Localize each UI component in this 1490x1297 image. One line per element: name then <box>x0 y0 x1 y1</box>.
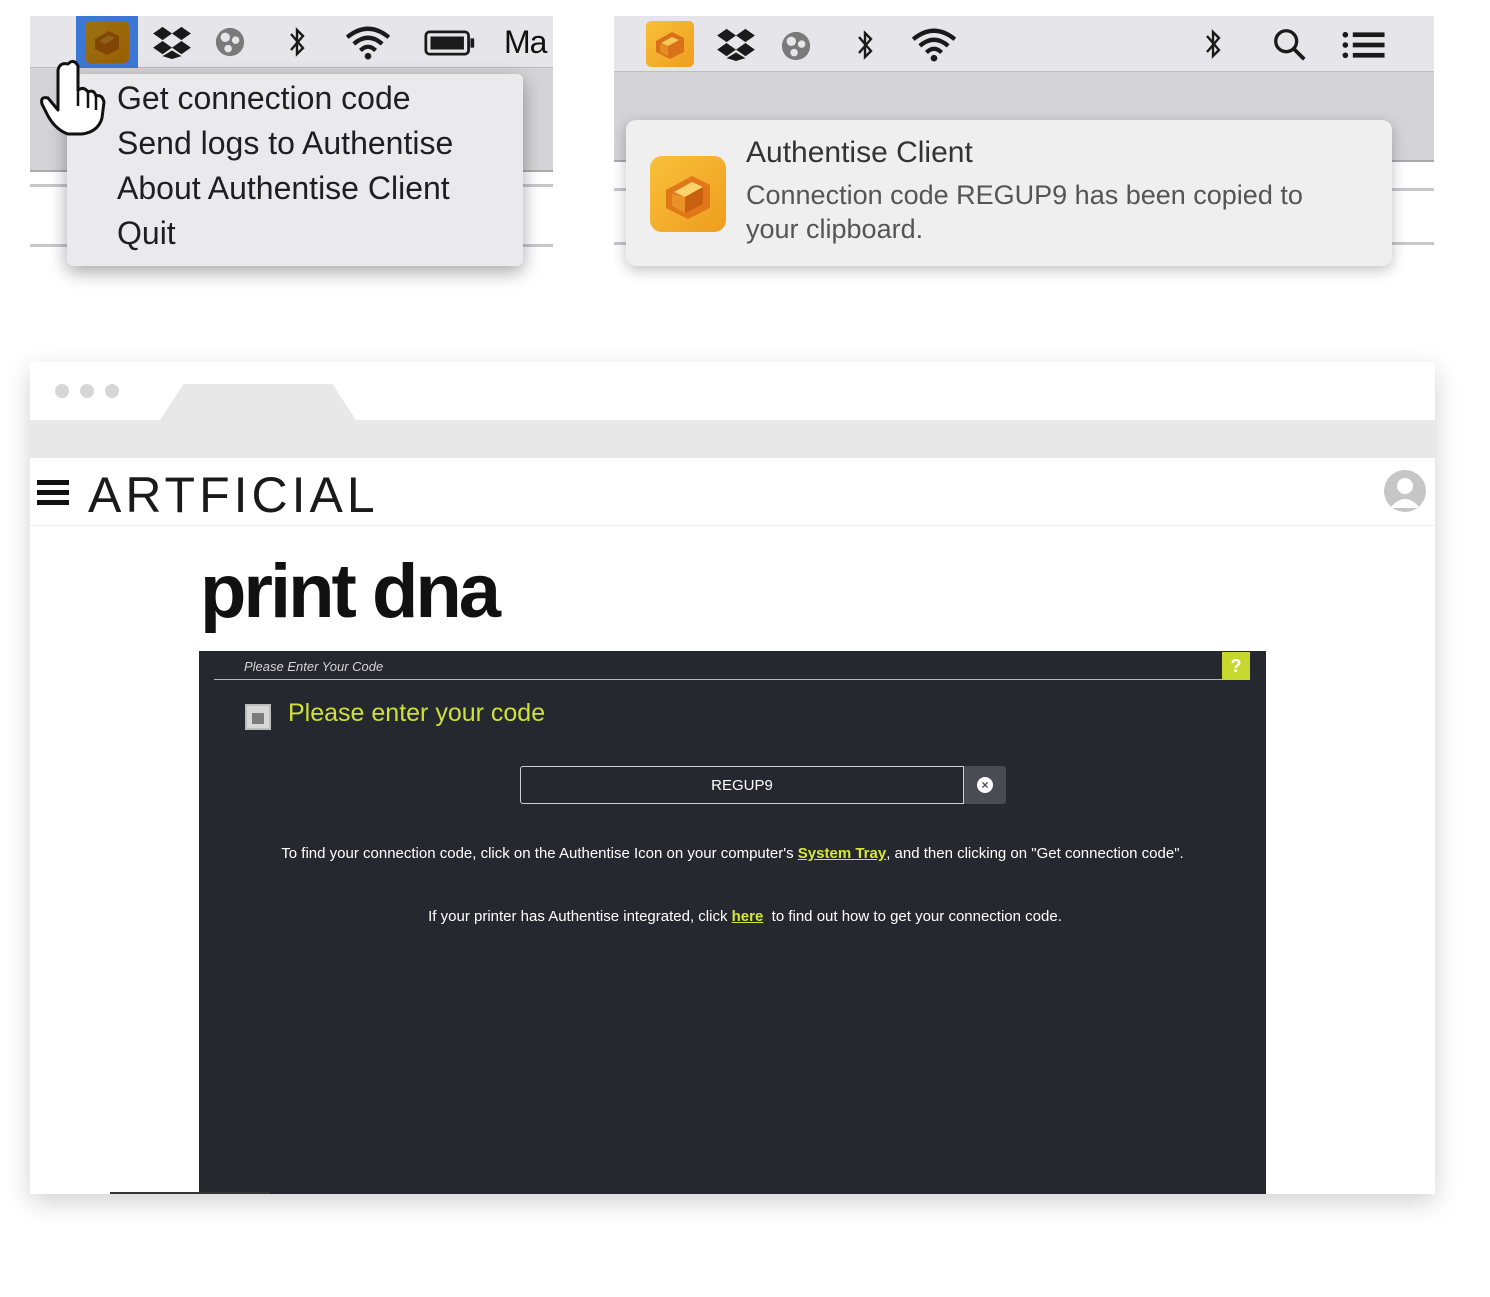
panel-title: Please enter your code <box>288 699 546 727</box>
globe-icon[interactable] <box>778 16 814 77</box>
system-tray-link[interactable]: System Tray <box>798 845 886 862</box>
battery-icon[interactable] <box>422 16 478 71</box>
help-button[interactable]: ? <box>1222 652 1250 680</box>
wifi-icon[interactable] <box>342 16 394 75</box>
notification-title: Authentise Client <box>746 136 973 169</box>
bluetooth-icon[interactable] <box>282 16 312 74</box>
menubar-app-menu-text[interactable]: Ma <box>504 16 547 68</box>
browser-toolbar <box>30 420 1435 458</box>
notification-panel: Authentise Client Connection code REGUP9… <box>614 16 1434 296</box>
menu-item-get-connection-code[interactable]: Get connection code <box>117 76 411 120</box>
list-icon[interactable] <box>1340 16 1388 74</box>
connection-code-input[interactable] <box>520 766 964 804</box>
notification-banner[interactable]: Authentise Client Connection code REGUP9… <box>626 120 1392 266</box>
pointer-hand-icon <box>38 56 108 136</box>
site-header: ARTFICIAL <box>30 458 1435 526</box>
window-close-button[interactable] <box>55 384 69 398</box>
clear-code-button[interactable]: × <box>964 766 1006 804</box>
instruction-suffix: , and then clicking on "Get connection c… <box>886 845 1184 862</box>
instruction-text: To find your connection code, click on t… <box>199 845 1266 862</box>
instruction-prefix: To find your connection code, click on t… <box>281 845 798 862</box>
menu-item-send-logs[interactable]: Send logs to Authentise <box>117 121 453 165</box>
here-link[interactable]: here <box>732 908 764 925</box>
hamburger-menu-icon[interactable] <box>37 480 69 506</box>
menubar-dropdown-panel: Ma Get connection code Send logs to Auth… <box>30 16 553 296</box>
globe-icon[interactable] <box>212 16 248 73</box>
authentise-icon[interactable] <box>646 21 694 67</box>
panel-header-label: Please Enter Your Code <box>244 659 384 674</box>
bluetooth-icon[interactable] <box>1198 16 1228 76</box>
notification-body: Connection code REGUP9 has been copied t… <box>746 180 1303 244</box>
menu-item-quit[interactable]: Quit <box>117 211 176 255</box>
printer-help-text: If your printer has Authentise integrate… <box>199 891 1266 942</box>
menu-item-about[interactable]: About Authentise Client <box>117 166 450 210</box>
brand-logo[interactable]: ARTFICIAL <box>88 466 379 524</box>
browser-window: ARTFICIAL print dna Please Enter Your Co… <box>30 362 1435 1194</box>
code-entry-panel: Please Enter Your Code ? Please enter yo… <box>199 651 1266 1194</box>
authentise-dropdown-menu: Get connection code Send logs to Authent… <box>67 74 523 266</box>
divider <box>214 679 1222 680</box>
divider <box>110 1192 270 1194</box>
search-icon[interactable] <box>1270 16 1310 79</box>
wifi-icon[interactable] <box>908 16 960 77</box>
window-minimize-button[interactable] <box>80 384 94 398</box>
browser-tab[interactable] <box>160 384 356 420</box>
authentise-icon <box>650 156 726 232</box>
printer-prefix: If your printer has Authentise integrate… <box>428 908 732 925</box>
bluetooth-icon[interactable] <box>850 16 880 77</box>
dropbox-icon[interactable] <box>150 16 194 74</box>
dropbox-icon[interactable] <box>714 16 758 76</box>
printer-suffix: to find out how to get your connection c… <box>763 908 1062 925</box>
close-icon: × <box>977 777 993 793</box>
window-zoom-button[interactable] <box>105 384 119 398</box>
page-title: print dna <box>200 549 501 634</box>
code-entry-icon <box>245 704 271 730</box>
user-avatar-icon[interactable] <box>1384 470 1426 512</box>
